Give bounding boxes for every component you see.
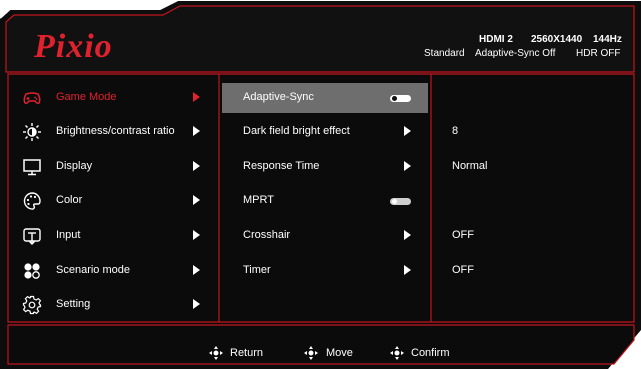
- menu-item-label: Input: [56, 229, 81, 241]
- adaptive-sync-toggle[interactable]: [390, 95, 411, 102]
- move-hint: Move: [326, 347, 353, 359]
- adaptive-sync-readout: Adaptive-Sync Off: [475, 48, 556, 59]
- chevron-right-icon: [404, 126, 411, 136]
- menu-item-label: Scenario mode: [56, 264, 130, 276]
- submenu-item-label: Crosshair: [243, 229, 291, 241]
- menu-item-brightness[interactable]: Brightness/contrast ratio: [10, 117, 216, 147]
- picture-mode-readout: Standard: [424, 48, 465, 59]
- submenu-item-label: Adaptive-Sync: [243, 91, 314, 103]
- submenu-item-label: Dark field bright effect: [243, 125, 350, 137]
- gear-icon: [22, 295, 42, 315]
- submenu-item-label: Response Time: [243, 160, 320, 172]
- chevron-right-icon: [193, 265, 200, 275]
- menu-item-label: Brightness/contrast ratio: [56, 125, 175, 137]
- crosshair-value: OFF: [452, 229, 474, 241]
- menu-item-label: Color: [56, 194, 83, 206]
- submenu-item-crosshair[interactable]: Crosshair: [222, 221, 428, 251]
- confirm-hint: Confirm: [411, 347, 450, 359]
- menu-item-label: Game Mode: [56, 91, 117, 103]
- submenu-item-dark-field[interactable]: Dark field bright effect: [222, 117, 428, 147]
- chevron-right-icon: [193, 230, 200, 240]
- menu-item-scenario-mode[interactable]: Scenario mode: [10, 256, 216, 286]
- joystick-icon: [390, 346, 404, 360]
- resolution-readout: 2560X1440: [531, 34, 583, 45]
- chevron-right-icon: [404, 161, 411, 171]
- menu-item-label: Display: [56, 160, 93, 172]
- chevron-right-icon: [404, 265, 411, 275]
- input-icon: [23, 228, 41, 245]
- menu-item-setting[interactable]: Setting: [10, 290, 216, 320]
- scenario-icon: [24, 263, 40, 279]
- menu-item-label: Setting: [56, 298, 91, 310]
- pixio-logo: Pixio: [34, 28, 113, 65]
- mprt-toggle[interactable]: [390, 198, 411, 205]
- menu-item-input[interactable]: Input: [10, 221, 216, 251]
- chevron-right-icon: [193, 195, 200, 205]
- menu-item-color[interactable]: Color: [10, 186, 216, 216]
- chevron-right-icon: [193, 126, 200, 136]
- brightness-icon: [23, 123, 41, 141]
- submenu-item-timer[interactable]: Timer: [222, 256, 428, 286]
- submenu-item-response-time[interactable]: Response Time: [222, 152, 428, 182]
- palette-icon: [23, 192, 41, 210]
- menu-item-display[interactable]: Display: [10, 152, 216, 182]
- chevron-right-icon: [193, 299, 200, 309]
- submenu-item-adaptive-sync[interactable]: Adaptive-Sync: [222, 83, 428, 113]
- menu-item-game-mode[interactable]: Game Mode: [10, 83, 216, 113]
- joystick-icon: [304, 346, 318, 360]
- refresh-rate-readout: 144Hz: [593, 34, 622, 45]
- submenu-item-label: MPRT: [243, 194, 274, 206]
- chevron-right-icon: [404, 230, 411, 240]
- chevron-right-icon: [193, 92, 200, 102]
- monitor-icon: [23, 159, 41, 176]
- response-time-value: Normal: [452, 160, 488, 172]
- submenu-item-label: Timer: [243, 264, 271, 276]
- input-source: HDMI 2: [479, 34, 513, 45]
- submenu-item-mprt[interactable]: MPRT: [222, 186, 428, 216]
- joystick-icon: [209, 346, 223, 360]
- gamepad-icon: [23, 92, 41, 104]
- dark-field-value: 8: [452, 125, 459, 137]
- chevron-right-icon: [193, 161, 200, 171]
- return-hint: Return: [230, 347, 264, 359]
- hdr-readout: HDR OFF: [576, 48, 621, 59]
- timer-value: OFF: [452, 264, 474, 276]
